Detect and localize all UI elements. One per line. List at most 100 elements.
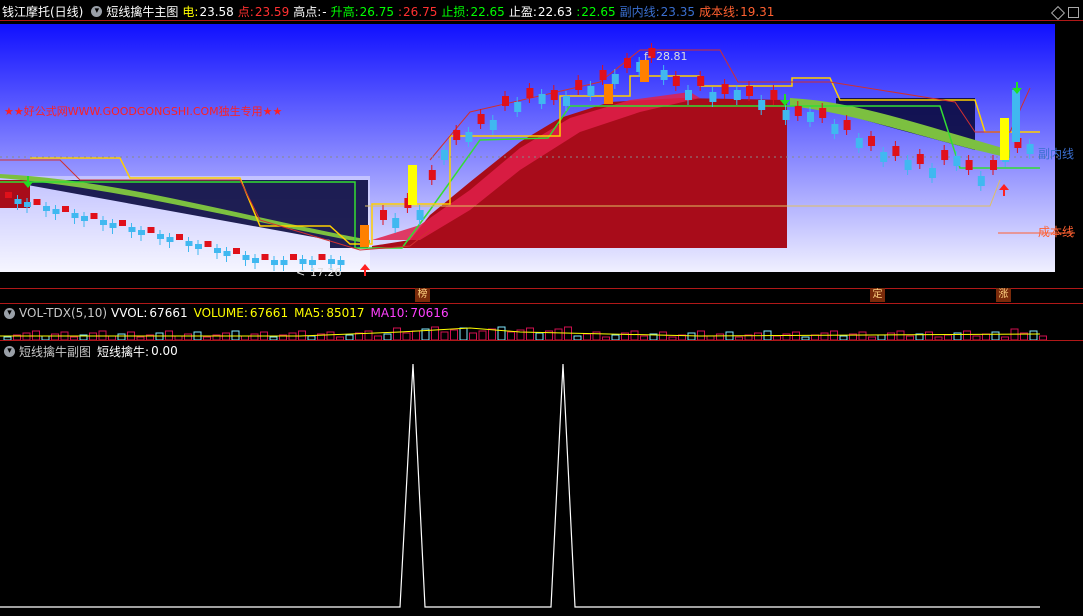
volume-bar bbox=[659, 331, 667, 340]
volume-label: MA10: bbox=[370, 306, 409, 320]
candle-body bbox=[550, 90, 558, 100]
candle-body bbox=[916, 154, 924, 164]
indicator-label: 止损: bbox=[441, 4, 470, 19]
candle-body bbox=[855, 138, 863, 148]
candle-body bbox=[337, 260, 345, 265]
candle-body bbox=[290, 254, 297, 260]
volume-bar bbox=[469, 332, 477, 340]
volume-bar bbox=[687, 332, 696, 340]
candle-body bbox=[392, 218, 400, 228]
volume-bar bbox=[925, 331, 933, 340]
chevron-down-icon[interactable]: ▾ bbox=[4, 307, 15, 319]
candle-body bbox=[538, 94, 546, 104]
candle-body bbox=[261, 254, 269, 260]
candle-body bbox=[90, 213, 98, 219]
candle-body bbox=[138, 230, 145, 235]
volume-bar bbox=[896, 330, 905, 340]
low-price-label: 17.26 bbox=[310, 266, 342, 279]
candle-body bbox=[733, 90, 741, 100]
cost-line-label: 成本线 bbox=[1038, 225, 1074, 239]
candle-body bbox=[328, 259, 335, 264]
candle-body bbox=[892, 146, 900, 156]
candle-body bbox=[309, 260, 316, 265]
low-label-marker: < bbox=[296, 266, 305, 279]
sub-indicator-value: 0.00 bbox=[151, 344, 178, 358]
volume-bar bbox=[1029, 330, 1038, 340]
volume-bar bbox=[364, 330, 373, 340]
diamond-icon[interactable] bbox=[1050, 5, 1066, 21]
candle-body bbox=[843, 120, 851, 130]
volume-bar bbox=[393, 327, 401, 340]
highlight-candle bbox=[640, 60, 649, 82]
candle-body bbox=[109, 223, 117, 228]
volume-bar bbox=[431, 326, 439, 340]
indicator-name[interactable]: 短线擒牛主图 bbox=[106, 3, 178, 20]
indicator-value: 26.75 bbox=[403, 4, 438, 19]
stock-name[interactable]: 钱江摩托(日线) bbox=[2, 3, 83, 20]
watermark-text: ★★好公式网WWW.GOODGONGSHI.COM独生专用★★ bbox=[4, 104, 283, 118]
candle-body bbox=[14, 199, 22, 204]
volume-bar bbox=[326, 331, 335, 340]
indicator-value: - bbox=[322, 4, 327, 19]
candle-body bbox=[685, 90, 692, 100]
candle-body bbox=[880, 152, 888, 162]
candle-body bbox=[831, 124, 839, 134]
highlight-candle bbox=[1000, 118, 1009, 160]
volume-bar bbox=[488, 328, 496, 340]
candle-body bbox=[953, 156, 961, 166]
volume-bar bbox=[630, 330, 639, 340]
candle-body bbox=[672, 76, 680, 86]
volume-bar bbox=[820, 332, 829, 340]
candle-body bbox=[587, 86, 595, 96]
volume-chart[interactable] bbox=[0, 322, 1083, 340]
volume-bar bbox=[450, 329, 458, 340]
signal-marker: 涨 bbox=[996, 288, 1011, 302]
candle-body bbox=[709, 92, 717, 102]
candle-body bbox=[428, 170, 436, 180]
sub-indicator-name[interactable]: 短线擒牛副图 bbox=[19, 343, 91, 360]
indicator-label: : bbox=[576, 4, 581, 19]
volume-indicator-name[interactable]: VOL-TDX(5,10) bbox=[19, 306, 107, 320]
sub-indicator-chart[interactable] bbox=[0, 360, 1083, 614]
volume-bar bbox=[887, 332, 895, 340]
candle-body bbox=[794, 106, 802, 116]
candle-body bbox=[575, 80, 583, 90]
candle-body bbox=[147, 227, 155, 233]
candle-body bbox=[280, 260, 288, 265]
candle-body bbox=[611, 74, 619, 84]
candle-body bbox=[514, 102, 522, 112]
volume-value: 70616 bbox=[410, 306, 449, 320]
candle-body bbox=[990, 160, 997, 170]
highlight-candle bbox=[360, 225, 369, 247]
candle-body bbox=[185, 241, 193, 246]
highlight-candle bbox=[408, 165, 417, 205]
indicator-label: 副内线: bbox=[619, 4, 660, 19]
signal-marker: 榜 bbox=[415, 288, 430, 302]
candle-body bbox=[252, 258, 259, 263]
candle-body bbox=[100, 220, 107, 225]
candle-body bbox=[770, 90, 778, 100]
signal-marker-row: 榜 定 涨 bbox=[0, 288, 1083, 304]
candle-body bbox=[33, 199, 41, 205]
candle-body bbox=[965, 160, 973, 170]
candle-body bbox=[233, 248, 240, 254]
candle-body bbox=[477, 114, 485, 124]
chevron-down-icon[interactable]: ▾ bbox=[4, 345, 15, 357]
candle-body bbox=[526, 88, 534, 98]
volume-bar bbox=[535, 332, 544, 340]
indicator-value: 19.31 bbox=[740, 4, 775, 19]
candle-body bbox=[195, 244, 202, 249]
main-price-chart[interactable]: ★★好公式网WWW.GOODGONGSHI.COM独生专用★★ f- 28.81 < 1… bbox=[0, 20, 1083, 288]
square-icon[interactable] bbox=[1068, 7, 1079, 18]
volume-bar bbox=[526, 327, 534, 340]
indicator-label: 成本线: bbox=[699, 4, 740, 19]
indicator-value: 23.59 bbox=[254, 4, 290, 19]
indicator-value: 22.65 bbox=[470, 4, 505, 19]
candle-body bbox=[807, 112, 814, 122]
candle-body bbox=[157, 234, 164, 239]
candle-body bbox=[624, 58, 631, 68]
volume-bar bbox=[554, 328, 563, 340]
signal-line bbox=[0, 363, 1040, 608]
volume-bar bbox=[402, 332, 411, 340]
chevron-down-icon[interactable]: ▾ bbox=[91, 5, 103, 17]
